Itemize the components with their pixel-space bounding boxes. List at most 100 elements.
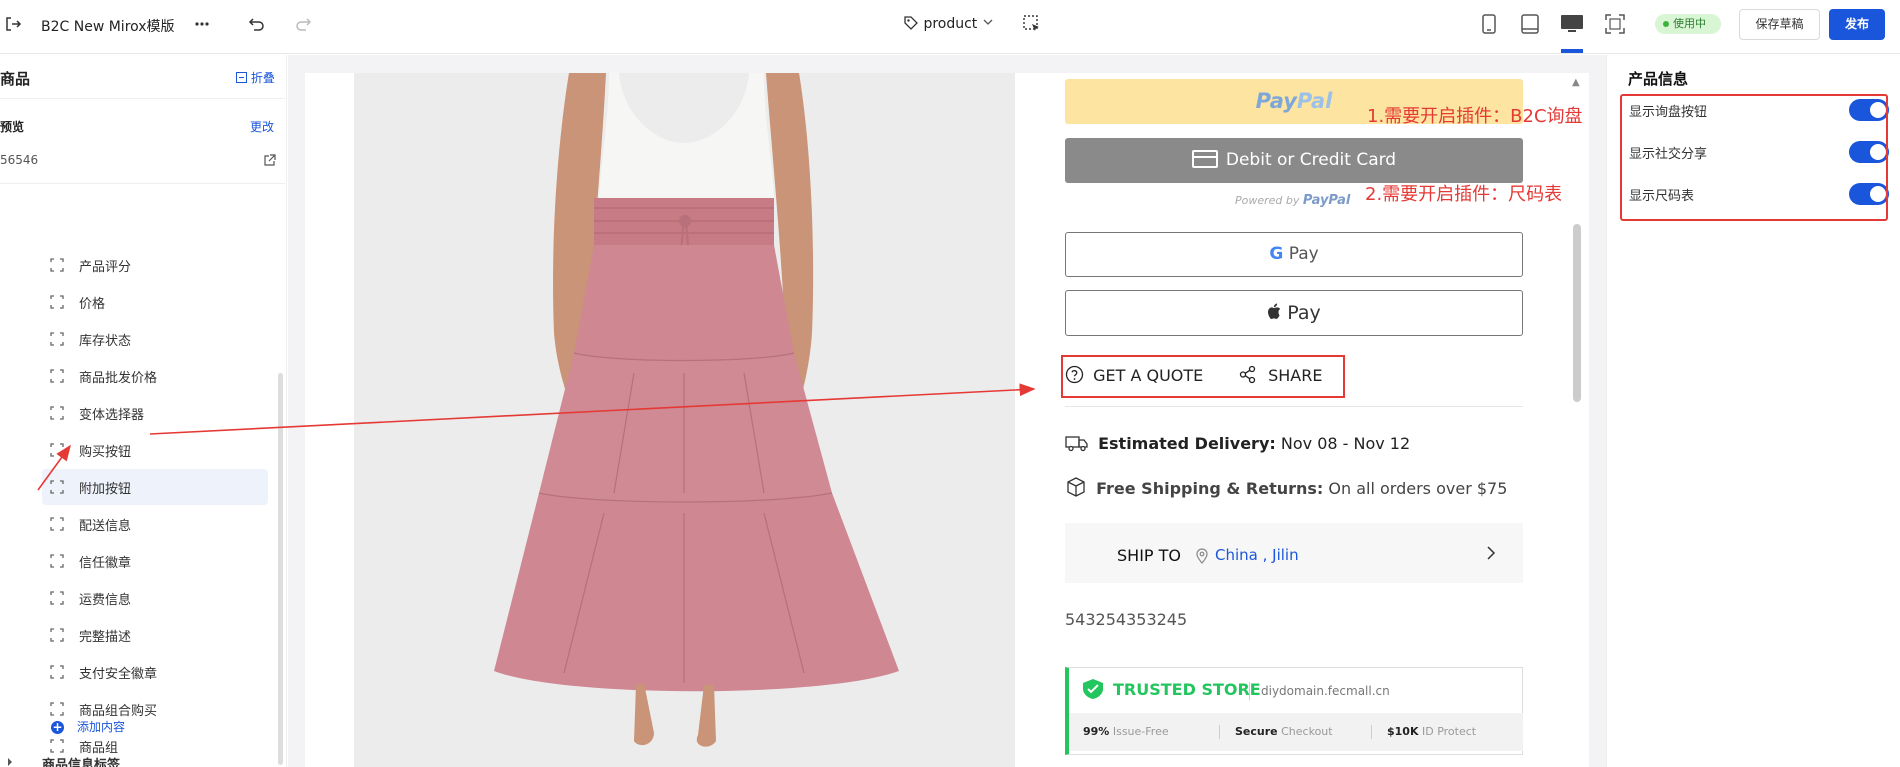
active-view-indicator [1561,49,1583,53]
collapse-button[interactable]: 折叠 [236,69,275,86]
select-element-icon[interactable] [1022,14,1042,38]
highlight-box-toggles [1620,94,1888,221]
add-content-button[interactable]: 添加内容 [77,718,125,735]
save-draft-button[interactable]: 保存草稿 [1739,9,1820,40]
divider [1219,725,1220,739]
tree-item-label: 附加按钮 [79,482,132,497]
chevron-down-icon [983,19,993,25]
debit-credit-card-button[interactable]: Debit or Credit Card [1065,138,1523,183]
tree-item[interactable]: 商品批发价格 [42,358,268,394]
product-image [354,73,1015,767]
trusted-domain: diydomain.fecmall.cn [1261,684,1390,698]
section-title: 商品 [0,70,31,88]
redo-icon[interactable] [294,15,312,37]
frame-corners-icon [50,332,64,346]
share-icon [1239,365,1256,384]
frame-corners-icon [50,739,64,753]
tree-item[interactable]: 附加按钮 [42,469,268,505]
tree-item[interactable]: 产品评分 [42,247,268,283]
ship-to-selector[interactable]: SHIP TO China , Jilin [1065,523,1523,583]
shipping-label: Free Shipping & Returns: [1096,479,1324,498]
get-quote-button[interactable]: GET A QUOTE [1065,365,1203,385]
apple-pay-button[interactable]: Pay [1065,290,1523,336]
desktop-view-icon[interactable] [1560,13,1584,39]
powered-by-brand: PayPal [1302,193,1351,208]
preview-scrollbar[interactable] [1573,224,1581,402]
template-title: B2C New Mirox模版 [41,19,175,35]
sidebar-scrollbar[interactable] [278,373,283,765]
tree-item[interactable]: 变体选择器 [42,395,268,431]
tree-item-label: 商品批发价格 [79,371,158,386]
scroll-up-icon[interactable]: ▲ [1572,77,1580,88]
tree-item-label: 购买按钮 [79,445,132,460]
tree-item[interactable]: 完整描述 [42,617,268,653]
truck-icon [1065,436,1088,452]
tag-icon [904,16,918,30]
stat-label: Issue-Free [1112,725,1169,738]
free-shipping: Free Shipping & Returns: On all orders o… [1065,476,1507,498]
share-label: SHARE [1268,366,1323,385]
frame-corners-icon [50,665,64,679]
share-button[interactable]: SHARE [1239,365,1322,385]
panel-title: 产品信息 [1628,70,1689,88]
tree-item-label: 变体选择器 [79,408,145,423]
stat-label: ID Protect [1422,725,1477,738]
tree-item-label: 运费信息 [79,593,132,608]
tree-item[interactable]: 购买按钮 [42,432,268,468]
publish-button[interactable]: 发布 [1829,9,1885,40]
location-pin-icon [1196,548,1208,564]
google-pay-button[interactable]: G Pay [1065,232,1523,277]
annotation-note-inquiry: 1.需要开启插件：B2C询盘 [1367,106,1583,127]
page-selector[interactable]: product [903,15,994,37]
tree-item[interactable]: 信任徽章 [42,543,268,579]
top-toolbar: B2C New Mirox模版 product 使用中 保存草稿 发布 [0,0,1900,54]
page-selector-label: product [923,16,978,32]
frame-corners-icon [50,443,64,457]
tree-item[interactable]: 商品组合购买 [42,691,268,727]
mobile-view-icon[interactable] [1481,13,1497,39]
frame-corners-icon [50,591,64,605]
stat-label: Checkout [1281,725,1333,738]
tree-item-label: 信任徽章 [79,556,132,571]
box-icon [1067,477,1085,497]
tree-item[interactable]: 配送信息 [42,506,268,542]
add-icon: + [51,720,64,734]
more-icon[interactable] [194,16,210,36]
tree-item[interactable]: 支付安全徽章 [42,654,268,690]
frame-corners-icon [50,406,64,420]
trusted-shield-icon [1083,679,1103,699]
tree-item[interactable]: 运费信息 [42,580,268,616]
card-icon [1191,150,1218,168]
delivery-value: Nov 08 - Nov 12 [1280,434,1411,453]
frame-corners-icon [50,369,64,383]
google-pay-label: Pay [1288,244,1319,264]
tree-item[interactable]: 库存状态 [42,321,268,357]
frame-corners-icon [50,480,64,494]
stat-value: 99% [1083,725,1110,738]
frame-corners-icon [50,295,64,309]
tree-item[interactable]: 价格 [42,284,268,320]
tree-item-label: 商品信息标签 [42,758,121,767]
tree-item-label: 产品评分 [79,260,132,275]
product-id: 56546 [0,153,39,167]
undo-icon[interactable] [248,15,266,37]
tree-item-product-tabs[interactable]: 商品信息标签 [0,752,280,767]
external-link-icon[interactable] [263,152,276,171]
shipping-value: On all orders over $75 [1328,479,1508,498]
fullscreen-icon[interactable] [1604,13,1626,39]
preview-label: 预览 [0,120,25,134]
estimated-delivery: Estimated Delivery: Nov 08 - Nov 12 [1065,434,1410,453]
tree-item-label: 支付安全徽章 [79,667,158,682]
frame-corners-icon [50,702,64,716]
change-link[interactable]: 更改 [250,118,274,135]
frame-corners-icon [50,628,64,642]
tablet-view-icon[interactable] [1520,13,1540,39]
question-circle-icon [1065,365,1084,384]
trusted-title: TRUSTED STORE [1113,680,1261,699]
paypal-pay-text: Pay [1255,89,1297,113]
apple-pay-label: Pay [1287,302,1321,324]
stat-value: Secure [1235,725,1278,738]
exit-icon[interactable] [4,15,22,37]
caret-right-icon [8,758,12,766]
frame-corners-icon [50,554,64,568]
